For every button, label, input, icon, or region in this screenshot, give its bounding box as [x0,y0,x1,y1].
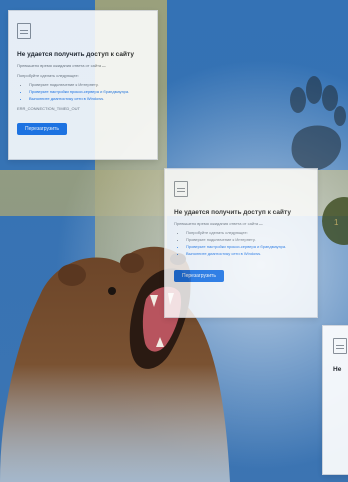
suggestions-heading: Попробуйте сделать следующее: [17,73,79,78]
document-error-icon [333,338,347,354]
suggestion-item-link[interactable]: Проверьте настройки прокси-сервера и бра… [186,244,308,249]
suggestion-item: Проверьте подключение к Интернету. [186,237,308,242]
suggestion-item-link[interactable]: Проверьте настройки прокси-сервера и бра… [29,89,149,94]
error-description: Превышено время ожидания ответа от сайта… [17,63,149,68]
error-page-2: Не удается получить доступ к сайту Превы… [164,168,318,318]
globe-icon: 1 [322,197,348,245]
reload-button[interactable]: Перезагрузить [174,270,224,282]
error-page-3: Не [322,325,348,475]
suggestions-list: Проверьте подключение к Интернету. Прове… [17,82,149,101]
error-title: Не удается получить доступ к сайту [174,209,291,216]
document-error-icon [17,23,31,39]
svg-text:1: 1 [334,218,339,227]
error-description-text: Превышено время ожидания ответа от сайта [174,221,259,226]
suggestion-item: Проверьте подключение к Интернету. [29,82,149,87]
suggestions-list: Попробуйте сделать следующее: Проверьте … [174,230,308,256]
suggestion-item-link[interactable]: Выполните диагностику сети в Windows. [29,96,149,101]
suggestion-item-link[interactable]: Выполните диагностику сети в Windows. [186,251,308,256]
error-title: Не удается получить доступ к сайту [17,51,134,58]
error-page-1: Не удается получить доступ к сайту Превы… [8,10,158,160]
document-error-icon [174,181,188,197]
reload-button[interactable]: Перезагрузить [17,123,67,135]
suggestion-item: Попробуйте сделать следующее: [186,230,308,235]
error-host: ... [102,63,106,68]
error-code: ERR_CONNECTION_TIMED_OUT [17,106,80,111]
error-host: ... [259,221,263,226]
error-description-text: Превышено время ожидания ответа от сайта [17,63,102,68]
error-title: Не [333,366,342,373]
error-description: Превышено время ожидания ответа от сайта… [174,221,308,226]
